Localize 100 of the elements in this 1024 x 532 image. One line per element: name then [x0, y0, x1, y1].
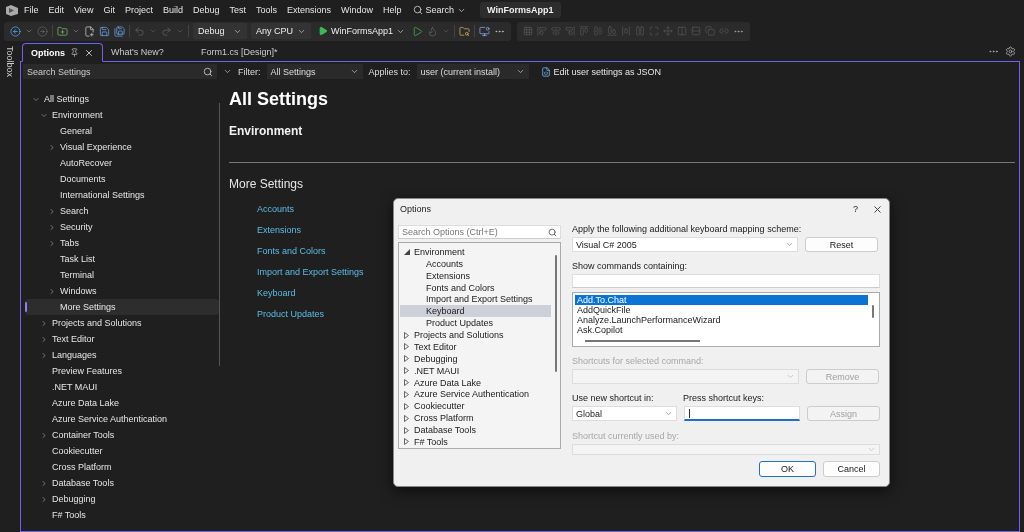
menu-item[interactable]: View: [69, 5, 99, 15]
link-icon[interactable]: [719, 26, 729, 36]
play-outline-icon[interactable]: [412, 25, 423, 37]
tree-item[interactable]: Database Tools: [25, 475, 219, 491]
chevron-right-icon[interactable]: [48, 206, 56, 216]
menu-item[interactable]: Test: [224, 5, 251, 15]
ok-button[interactable]: OK: [759, 461, 816, 477]
tree-item[interactable]: Azure Data Lake: [25, 395, 219, 411]
command-item[interactable]: AddQuickFile: [575, 305, 868, 315]
search-field[interactable]: Search Settings: [23, 64, 217, 79]
forward-icon[interactable]: [37, 25, 48, 37]
settings-link[interactable]: Product Updates: [257, 309, 325, 319]
collapsed-triangle-icon[interactable]: [404, 438, 409, 446]
document-tab[interactable]: Form1.cs [Design]*: [193, 42, 286, 61]
tree-item[interactable]: Cookiecutter: [25, 443, 219, 459]
settings-link[interactable]: Extensions: [257, 225, 302, 235]
collapsed-triangle-icon[interactable]: [404, 379, 409, 387]
align-bottom-icon[interactable]: [607, 26, 617, 36]
filter-dropdown[interactable]: All Settings: [266, 64, 363, 79]
tree-item[interactable]: Tabs: [25, 235, 219, 251]
chevron-down-icon[interactable]: [223, 67, 232, 76]
tree-item[interactable]: Azure Data Lake: [400, 376, 551, 389]
tree-item[interactable]: General: [25, 123, 219, 139]
tree-item[interactable]: Import and Export Settings: [400, 293, 551, 306]
collapsed-triangle-icon[interactable]: [404, 390, 409, 398]
tree-item[interactable]: Projects and Solutions: [25, 315, 219, 331]
tree-item[interactable]: Extensions: [400, 269, 551, 282]
settings-link[interactable]: Accounts: [257, 204, 295, 214]
command-item[interactable]: Analyze.LaunchPerformanceWizard: [575, 315, 868, 325]
menu-item[interactable]: Project: [119, 5, 158, 15]
monitor-icon[interactable]: [479, 25, 490, 37]
collapsed-triangle-icon[interactable]: [404, 402, 409, 410]
tree-item[interactable]: Product Updates: [400, 317, 551, 330]
settings-link[interactable]: Import and Export Settings: [257, 267, 364, 277]
chevron-right-icon[interactable]: [48, 142, 56, 152]
command-item[interactable]: Ask.Copilot: [575, 325, 868, 335]
menu-item[interactable]: Build: [157, 5, 188, 15]
search-field[interactable]: Search Options (Ctrl+E): [398, 225, 561, 239]
tree-item[interactable]: Cross Platform: [25, 459, 219, 475]
save-all-icon[interactable]: [114, 25, 125, 37]
collapsed-triangle-icon[interactable]: [404, 355, 409, 363]
new-project-icon[interactable]: [57, 25, 68, 37]
chevron-right-icon[interactable]: [40, 478, 48, 488]
configuration-dropdown[interactable]: Debug: [193, 23, 247, 39]
settings-link[interactable]: Keyboard: [257, 288, 296, 298]
tree-item[interactable]: .NET MAUI: [25, 379, 219, 395]
collapsed-triangle-icon[interactable]: [404, 426, 409, 434]
tree-item[interactable]: Visual Experience: [25, 139, 219, 155]
align-center-icon[interactable]: [551, 26, 561, 36]
chevron-down-icon[interactable]: [72, 27, 80, 35]
align-middle-icon[interactable]: [593, 26, 603, 36]
back-icon[interactable]: [10, 25, 21, 37]
menu-item[interactable]: File: [19, 5, 44, 15]
stretch-icon[interactable]: [635, 26, 645, 36]
document-tab[interactable]: Options: [22, 43, 103, 62]
tree-item[interactable]: Security: [25, 219, 219, 235]
tree-item[interactable]: Azure Service Authentication: [25, 411, 219, 427]
tree-item[interactable]: F# Tools: [400, 436, 551, 448]
tree-item[interactable]: Debugging: [25, 491, 219, 507]
tree-item[interactable]: Documents: [25, 171, 219, 187]
undo-icon[interactable]: [134, 25, 145, 37]
tree-item[interactable]: Languages: [25, 347, 219, 363]
copy-icon[interactable]: [705, 26, 715, 36]
close-icon[interactable]: [872, 203, 883, 215]
menu-item[interactable]: Edit: [43, 5, 70, 15]
tree-item[interactable]: Cross Platform: [400, 412, 551, 425]
tree-item[interactable]: Database Tools: [400, 424, 551, 436]
chevron-right-icon[interactable]: [48, 222, 56, 232]
tree-item[interactable]: Task List: [25, 251, 219, 267]
toolbox-tab[interactable]: Toolbox: [5, 46, 15, 78]
tree-item[interactable]: Preview Features: [25, 363, 219, 379]
tree-item[interactable]: F# Tools: [25, 507, 219, 523]
maximize-icon[interactable]: [649, 26, 659, 36]
start-button[interactable]: WinFormsApp1: [315, 26, 408, 36]
expanded-triangle-icon[interactable]: [404, 248, 410, 255]
move-icon[interactable]: [663, 26, 673, 36]
menu-item[interactable]: Help: [378, 5, 407, 15]
tree-item[interactable]: Text Editor: [400, 341, 551, 353]
tree-item[interactable]: Projects and Solutions: [400, 329, 551, 341]
collapsed-triangle-icon[interactable]: [404, 331, 409, 339]
shortcuts-dropdown[interactable]: [572, 369, 799, 384]
tree-item[interactable]: Search: [25, 203, 219, 219]
flame-icon[interactable]: [427, 25, 438, 37]
save-icon[interactable]: [99, 25, 110, 37]
command-item[interactable]: Add.To.Chat: [575, 295, 868, 305]
scope-dropdown[interactable]: Global: [572, 406, 677, 421]
menu-item[interactable]: Git: [98, 5, 120, 15]
new-file-icon[interactable]: [84, 25, 95, 37]
applies-to-dropdown[interactable]: user (current install): [416, 64, 529, 79]
scheme-dropdown[interactable]: Visual C# 2005: [572, 237, 798, 252]
chevron-down-icon[interactable]: [25, 27, 33, 35]
menu-item[interactable]: Tools: [251, 5, 282, 15]
help-button[interactable]: ?: [847, 204, 864, 214]
chevron-right-icon[interactable]: [40, 430, 48, 440]
chevron-right-icon[interactable]: [40, 350, 48, 360]
redo-icon[interactable]: [161, 25, 172, 37]
settings-icon[interactable]: [1005, 46, 1016, 57]
chevron-right-icon[interactable]: [48, 286, 56, 296]
align-left-icon[interactable]: [537, 26, 547, 36]
tree-item[interactable]: Environment: [400, 246, 551, 258]
